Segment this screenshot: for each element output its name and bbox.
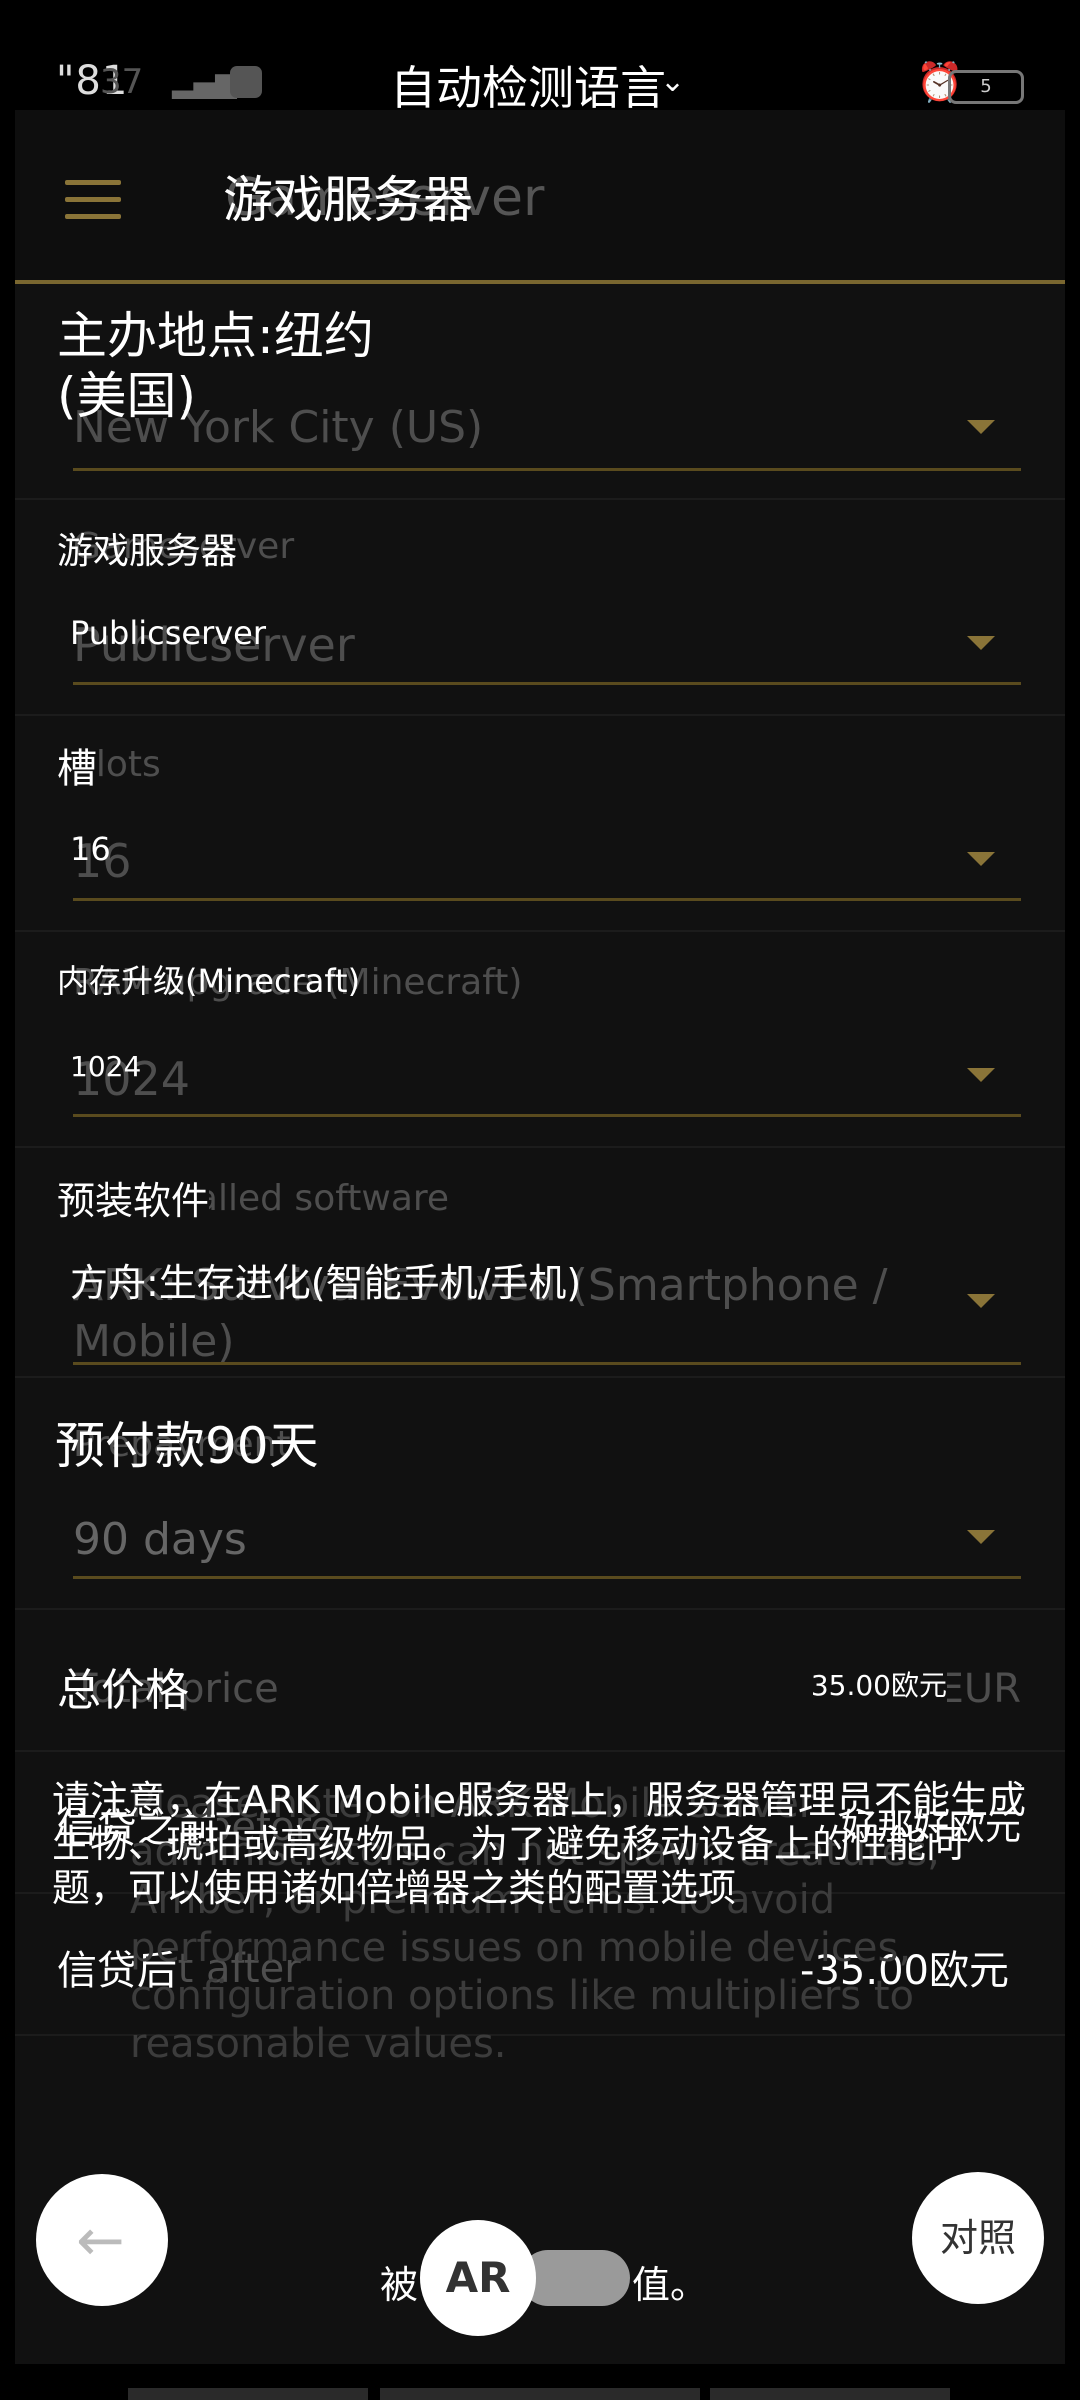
chevron-down-icon[interactable]	[967, 420, 995, 434]
chevron-down-icon[interactable]	[967, 636, 995, 650]
app-title: 游戏服务器	[223, 171, 473, 229]
chevron-down-icon[interactable]	[967, 852, 995, 866]
ram-select-value[interactable]: 1024	[70, 1050, 141, 1083]
chevron-down-icon[interactable]	[967, 1530, 995, 1544]
notice-tail-right: 值。	[632, 2263, 709, 2307]
ram-select[interactable]	[73, 1114, 1021, 1117]
slots-row: Slots 槽 16 16	[15, 714, 1065, 932]
notice-tail-left: 被	[380, 2263, 419, 2307]
location-label: 主办地点:纽约 (美国)	[57, 307, 374, 425]
app-bar: Gameserver 游戏服务器	[15, 110, 1065, 284]
chevron-down-icon[interactable]	[967, 1068, 995, 1082]
chevron-down-icon[interactable]: ⌄	[660, 64, 685, 99]
prepayment-select[interactable]	[73, 1576, 1021, 1579]
slots-select-value[interactable]: 16	[70, 830, 111, 868]
battery-level: 5	[980, 76, 992, 97]
translate-language-selector[interactable]: 自动检测语言	[390, 52, 666, 118]
ram-row: RAM upgrade (Minecraft) 内存升级(Minecraft) …	[15, 930, 1065, 1148]
slots-label: 槽	[57, 736, 97, 794]
prepayment-label: 预付款90天	[55, 1417, 319, 1475]
app-notification-icon	[230, 66, 262, 98]
gameserver-select-value[interactable]: Publicserver	[70, 614, 266, 652]
signal-icon: ▂▄▆	[172, 66, 237, 99]
nav-segment	[128, 2388, 368, 2400]
total-price-row: Total price 总价格 35.00 EUR 35.00欧元	[15, 1608, 1065, 1752]
ar-toggle-button[interactable]: AR	[420, 2220, 536, 2336]
location-row: New York City (US) 主办地点:纽约 (美国)	[15, 284, 1065, 500]
slots-select[interactable]	[73, 898, 1021, 901]
ar-toggle-track[interactable]	[520, 2250, 630, 2306]
nav-segment	[710, 2388, 950, 2400]
gameserver-select[interactable]	[73, 682, 1021, 685]
hamburger-menu-icon[interactable]	[65, 180, 121, 220]
software-select-value[interactable]: 方舟:生存进化(智能手机/手机)	[70, 1252, 581, 1307]
software-label: 预装软件	[57, 1170, 210, 1225]
battery-icon: 5	[948, 70, 1024, 104]
total-price-label: 总价格	[57, 1665, 189, 1716]
gameserver-label: 游戏服务器	[57, 531, 238, 572]
location-select[interactable]	[73, 468, 1021, 471]
back-button[interactable]: ←	[36, 2174, 168, 2306]
arrow-left-icon: ←	[76, 2206, 125, 2274]
prepayment-select-value[interactable]: 90 days	[73, 1514, 247, 1565]
prepayment-row: Prepayment 预付款90天 90 days	[15, 1392, 1065, 1610]
total-price-value: 35.00欧元	[810, 1664, 947, 1704]
ram-label: 内存升级(Minecraft)	[57, 962, 361, 1000]
gameserver-row: Gameserver 游戏服务器 Publicserver Publicserv…	[15, 498, 1065, 716]
nav-segment	[380, 2388, 700, 2400]
status-time-ghost: 37	[100, 62, 144, 102]
notice-text: 请注意，在ARK Mobile服务器上，服务器管理员不能生成生物、琥珀或高级物品…	[52, 1778, 1027, 1910]
software-select[interactable]	[73, 1362, 1021, 1365]
software-row: Preinstalled software 预装软件 ARK: Survival…	[15, 1146, 1065, 1378]
compare-button[interactable]: 对照	[912, 2172, 1044, 2304]
chevron-down-icon[interactable]	[967, 1294, 995, 1308]
